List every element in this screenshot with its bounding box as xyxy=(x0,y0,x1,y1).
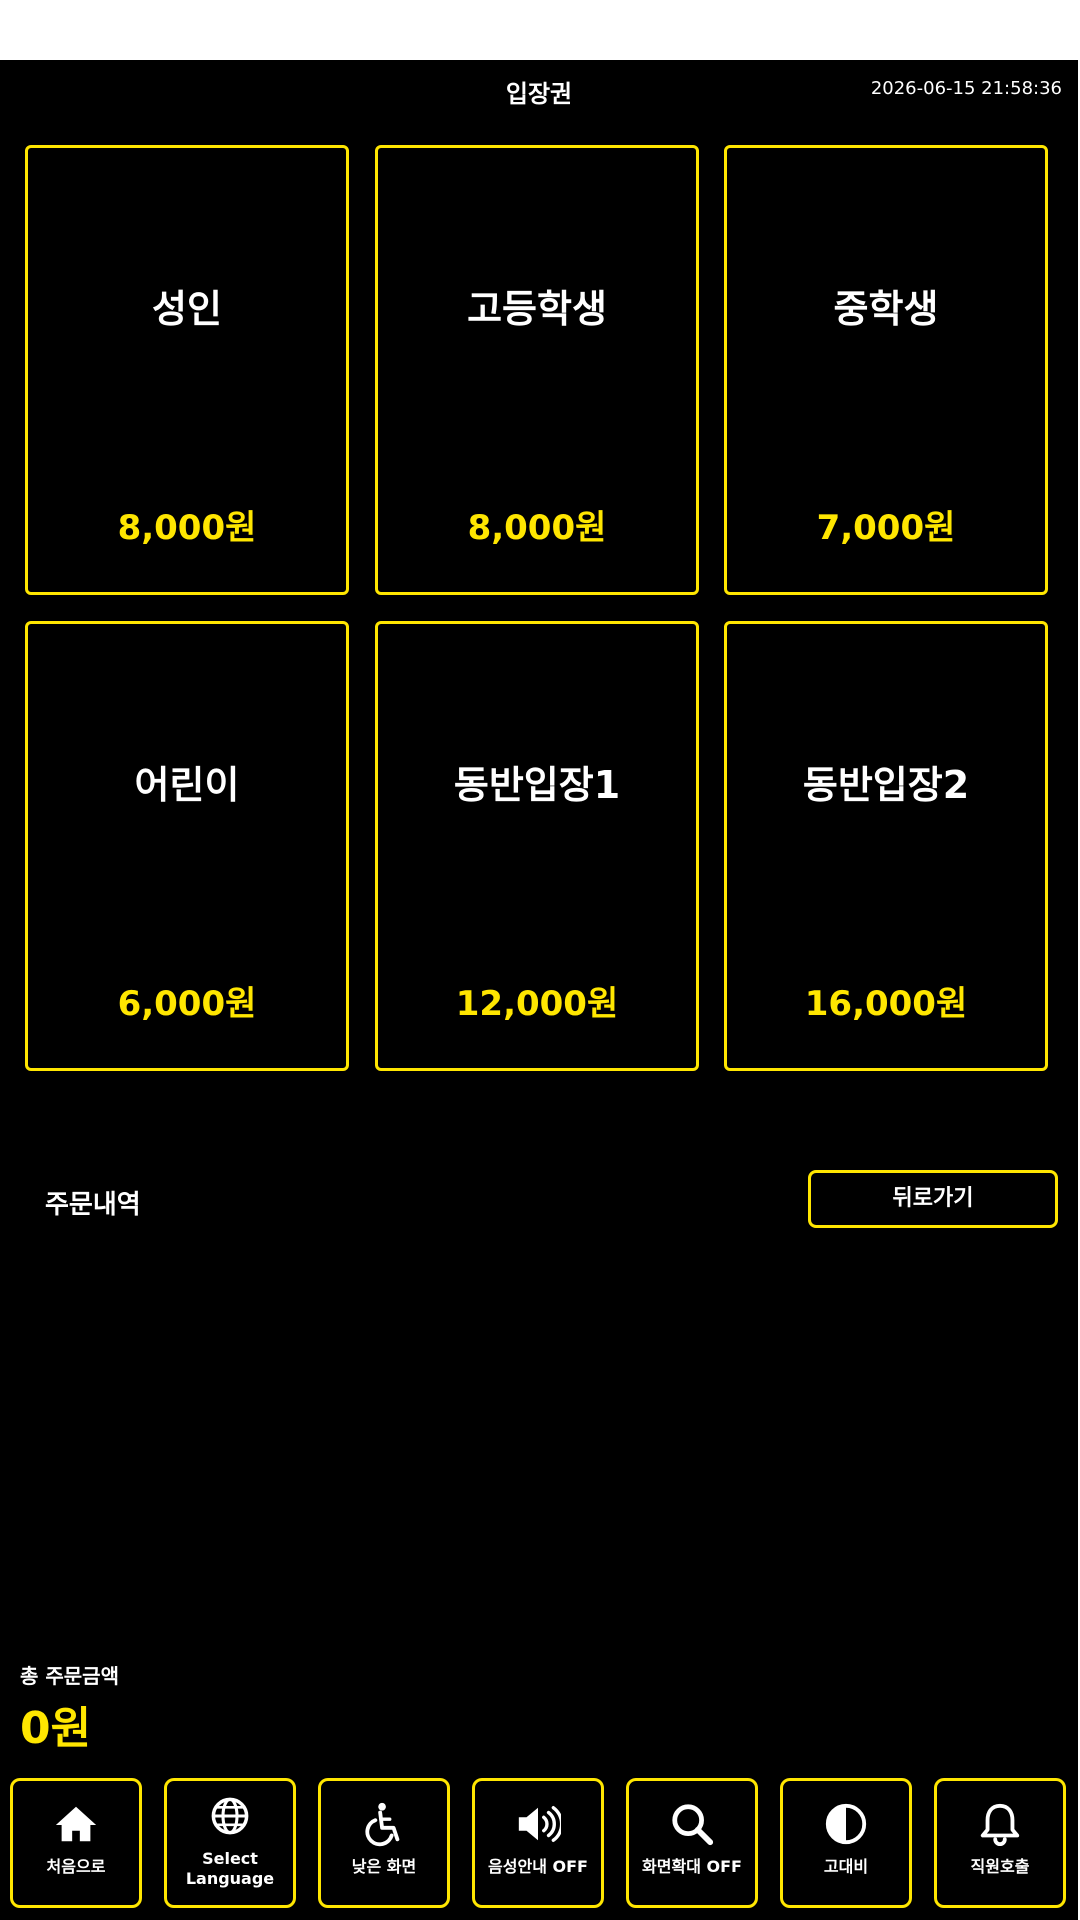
kiosk-screen: 입장권 2026-06-15 21:58:36 성인 8,000원 고등학생 8… xyxy=(0,60,1078,1920)
ticket-adult[interactable]: 성인 8,000원 xyxy=(25,145,349,595)
magnifier-icon xyxy=(629,1801,755,1847)
ticket-price: 6,000원 xyxy=(117,984,257,1024)
staff-call-button[interactable]: 직원호출 xyxy=(934,1778,1066,1908)
ticket-companion-2[interactable]: 동반입장2 16,000원 xyxy=(724,621,1048,1071)
ticket-name: 어린이 xyxy=(134,763,240,807)
language-button[interactable]: Select Language xyxy=(164,1778,296,1908)
ticket-companion-1[interactable]: 동반입장1 12,000원 xyxy=(375,621,699,1071)
voice-guide-button[interactable]: 음성안내 OFF xyxy=(472,1778,604,1908)
ticket-price: 7,000원 xyxy=(816,508,956,548)
home-icon xyxy=(13,1801,139,1847)
voice-guide-label: 음성안내 OFF xyxy=(488,1857,588,1876)
ticket-price: 8,000원 xyxy=(117,508,257,548)
high-contrast-label: 고대비 xyxy=(823,1857,869,1876)
back-button[interactable]: 뒤로가기 xyxy=(808,1170,1058,1228)
zoom-button[interactable]: 화면확대 OFF xyxy=(626,1778,758,1908)
language-label: Select Language xyxy=(185,1849,275,1888)
ticket-name: 성인 xyxy=(152,287,222,331)
ticket-name: 중학생 xyxy=(833,287,939,331)
home-button[interactable]: 처음으로 xyxy=(10,1778,142,1908)
staff-call-label: 직원호출 xyxy=(970,1857,1030,1876)
ticket-price: 16,000원 xyxy=(804,984,968,1024)
ticket-price: 12,000원 xyxy=(455,984,619,1024)
ticket-name: 고등학생 xyxy=(467,287,607,331)
high-contrast-button[interactable]: 고대비 xyxy=(780,1778,912,1908)
low-screen-label: 낮은 화면 xyxy=(351,1857,417,1876)
low-screen-button[interactable]: 낮은 화면 xyxy=(318,1778,450,1908)
globe-icon xyxy=(167,1795,293,1841)
ticket-name: 동반입장1 xyxy=(453,763,621,807)
home-label: 처음으로 xyxy=(46,1857,106,1876)
contrast-icon xyxy=(783,1801,909,1847)
total-amount: 0원 xyxy=(20,1703,92,1754)
order-list xyxy=(20,1250,1060,1650)
ticket-child[interactable]: 어린이 6,000원 xyxy=(25,621,349,1071)
datetime: 2026-06-15 21:58:36 xyxy=(870,78,1062,99)
bottom-bar: 처음으로 Select Language 낮은 화면 음성안내 OFF 화면확대… xyxy=(10,1778,1070,1910)
order-title: 주문내역 xyxy=(45,1190,141,1220)
ticket-price: 8,000원 xyxy=(467,508,607,548)
ticket-middle-school[interactable]: 중학생 7,000원 xyxy=(724,145,1048,595)
ticket-high-school[interactable]: 고등학생 8,000원 xyxy=(375,145,699,595)
total-label: 총 주문금액 xyxy=(20,1664,119,1688)
ticket-name: 동반입장2 xyxy=(802,763,970,807)
header: 입장권 2026-06-15 21:58:36 xyxy=(0,60,1078,120)
zoom-label: 화면확대 OFF xyxy=(642,1857,742,1876)
wheelchair-icon xyxy=(321,1801,447,1847)
bell-icon xyxy=(937,1801,1063,1847)
speaker-icon xyxy=(475,1801,601,1847)
